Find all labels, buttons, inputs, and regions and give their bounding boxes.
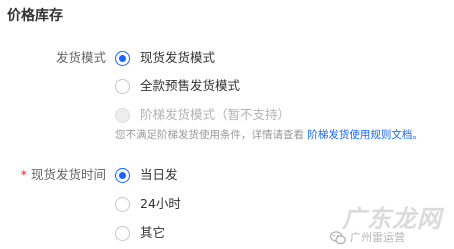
radio-unchecked-icon [115,225,130,241]
required-mark: * [20,167,27,182]
radio-label: 全款预售发货模式 [140,78,241,93]
wechat-icon [330,231,346,245]
radio-tiered-shipping: 阶梯发货模式（暂不支持） [115,106,290,124]
wechat-account-name: 广州雷运营 [350,231,405,244]
radio-label: 现货发货模式 [140,50,216,65]
ship-time-label-wrap: * 现货发货时间 [21,166,106,184]
radio-label: 当日发 [140,167,178,182]
shipping-mode-label: 发货模式 [55,50,106,65]
tiered-shipping-hint: 您不满足阶梯发货使用条件，详情请查看 阶梯发货使用规则文档。 [115,128,423,142]
radio-checked-icon [115,167,130,183]
radio-full-presale[interactable]: 全款预售发货模式 [115,77,240,95]
section-title: 价格库存 [7,8,63,24]
rules-doc-link[interactable]: 阶梯发货使用规则文档。 [307,129,423,141]
radio-unchecked-icon [115,196,130,212]
radio-same-day[interactable]: 当日发 [115,166,178,184]
radio-label: 24小时 [140,196,181,211]
watermark: 广东龙网 广州雷运营 [330,204,454,249]
radio-spot-shipping[interactable]: 现货发货模式 [115,49,215,67]
watermark-text: 广东龙网 [342,205,442,233]
radio-unchecked-icon [115,78,130,94]
radio-24-hours[interactable]: 24小时 [115,195,181,213]
wechat-account-tag: 广州雷运营 [330,231,405,245]
radio-other[interactable]: 其它 [115,224,165,242]
hint-text: 您不满足阶梯发货使用条件，详情请查看 [115,129,304,141]
radio-disabled-icon [115,107,130,123]
radio-label: 阶梯发货模式（暂不支持） [140,107,291,122]
radio-checked-icon [115,50,130,66]
ship-time-label: 现货发货时间 [30,167,106,182]
radio-label: 其它 [140,225,166,240]
